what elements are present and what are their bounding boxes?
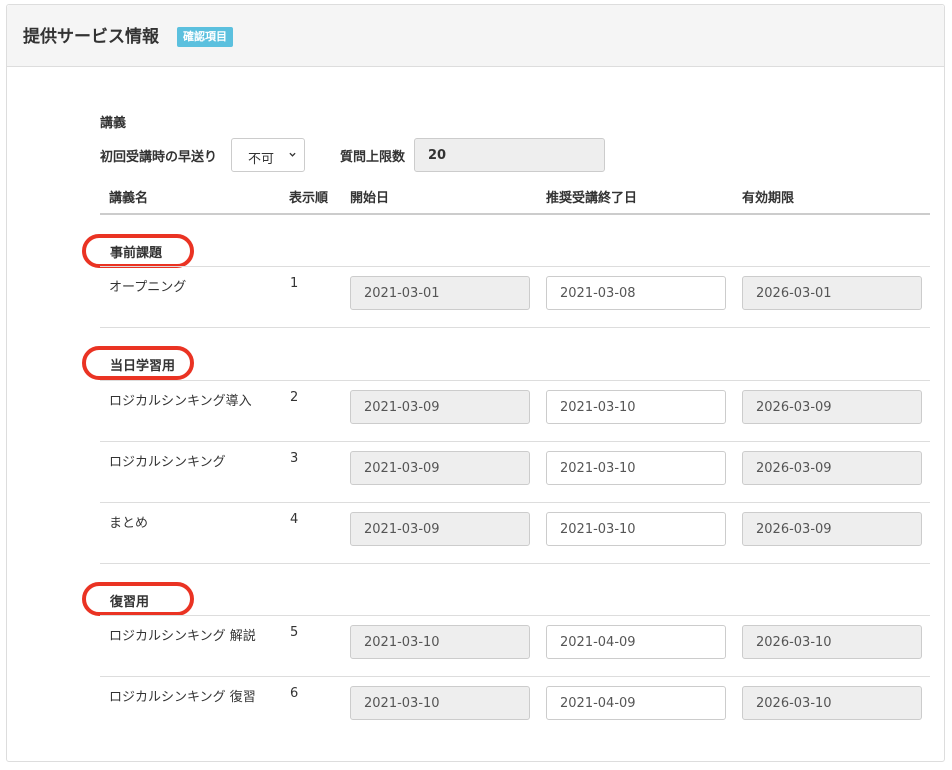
column-header-start: 開始日	[350, 191, 390, 206]
fast-forward-select[interactable]: 不可	[231, 138, 305, 172]
column-header-order: 表示順	[289, 191, 329, 206]
lecture-name: ロジカルシンキング導入	[109, 394, 252, 409]
lecture-heading: 講義	[100, 116, 127, 131]
start-date-field: 2021-03-09	[350, 451, 530, 485]
expiry-date-field: 2026-03-10	[742, 625, 922, 659]
lecture-name: ロジカルシンキング 解説	[109, 629, 256, 644]
expiry-date-field: 2026-03-09	[742, 390, 922, 424]
section-label: 事前課題	[110, 246, 163, 261]
display-order: 4	[290, 512, 299, 527]
table-header-divider	[100, 213, 930, 215]
display-order: 1	[290, 276, 299, 291]
section-label: 復習用	[110, 595, 150, 610]
row-divider	[100, 380, 930, 381]
lecture-name: オープニング	[109, 280, 187, 295]
confirm-badge: 確認項目	[177, 27, 233, 47]
start-date-field: 2021-03-10	[350, 625, 530, 659]
question-limit-label: 質問上限数	[340, 150, 406, 165]
display-order: 5	[290, 625, 299, 640]
lecture-name: ロジカルシンキング 復習	[109, 690, 256, 705]
start-date-field: 2021-03-10	[350, 686, 530, 720]
expiry-date-field: 2026-03-01	[742, 276, 922, 310]
row-divider	[100, 266, 930, 267]
display-order: 2	[290, 390, 299, 405]
panel-header: 提供サービス情報 確認項目	[7, 5, 944, 67]
lecture-name: ロジカルシンキング	[109, 455, 226, 470]
question-limit-field: 20	[414, 138, 605, 172]
row-divider	[100, 563, 930, 564]
fast-forward-label: 初回受講時の早送り	[100, 150, 218, 165]
expiry-date-field: 2026-03-09	[742, 451, 922, 485]
display-order: 3	[290, 451, 299, 466]
start-date-field: 2021-03-01	[350, 276, 530, 310]
display-order: 6	[290, 686, 299, 701]
lecture-name: まとめ	[109, 516, 149, 531]
column-header-expiry: 有効期限	[742, 191, 795, 206]
start-date-field: 2021-03-09	[350, 512, 530, 546]
row-divider	[100, 327, 930, 328]
fast-forward-value: 不可	[248, 152, 275, 167]
recommended-end-date-input[interactable]: 2021-03-08	[546, 276, 726, 310]
row-divider	[100, 676, 930, 677]
recommended-end-date-input[interactable]: 2021-03-10	[546, 512, 726, 546]
question-limit-value: 20	[428, 148, 447, 163]
row-divider	[100, 615, 930, 616]
column-header-name: 講義名	[109, 191, 149, 206]
chevron-down-icon	[289, 152, 296, 157]
row-divider	[100, 502, 930, 503]
column-header-recommended-end: 推奨受講終了日	[546, 191, 638, 206]
expiry-date-field: 2026-03-10	[742, 686, 922, 720]
section-label: 当日学習用	[110, 359, 176, 374]
panel-title: 提供サービス情報	[23, 27, 159, 47]
start-date-field: 2021-03-09	[350, 390, 530, 424]
expiry-date-field: 2026-03-09	[742, 512, 922, 546]
row-divider	[100, 441, 930, 442]
recommended-end-date-input[interactable]: 2021-04-09	[546, 625, 726, 659]
recommended-end-date-input[interactable]: 2021-03-10	[546, 451, 726, 485]
recommended-end-date-input[interactable]: 2021-03-10	[546, 390, 726, 424]
recommended-end-date-input[interactable]: 2021-04-09	[546, 686, 726, 720]
